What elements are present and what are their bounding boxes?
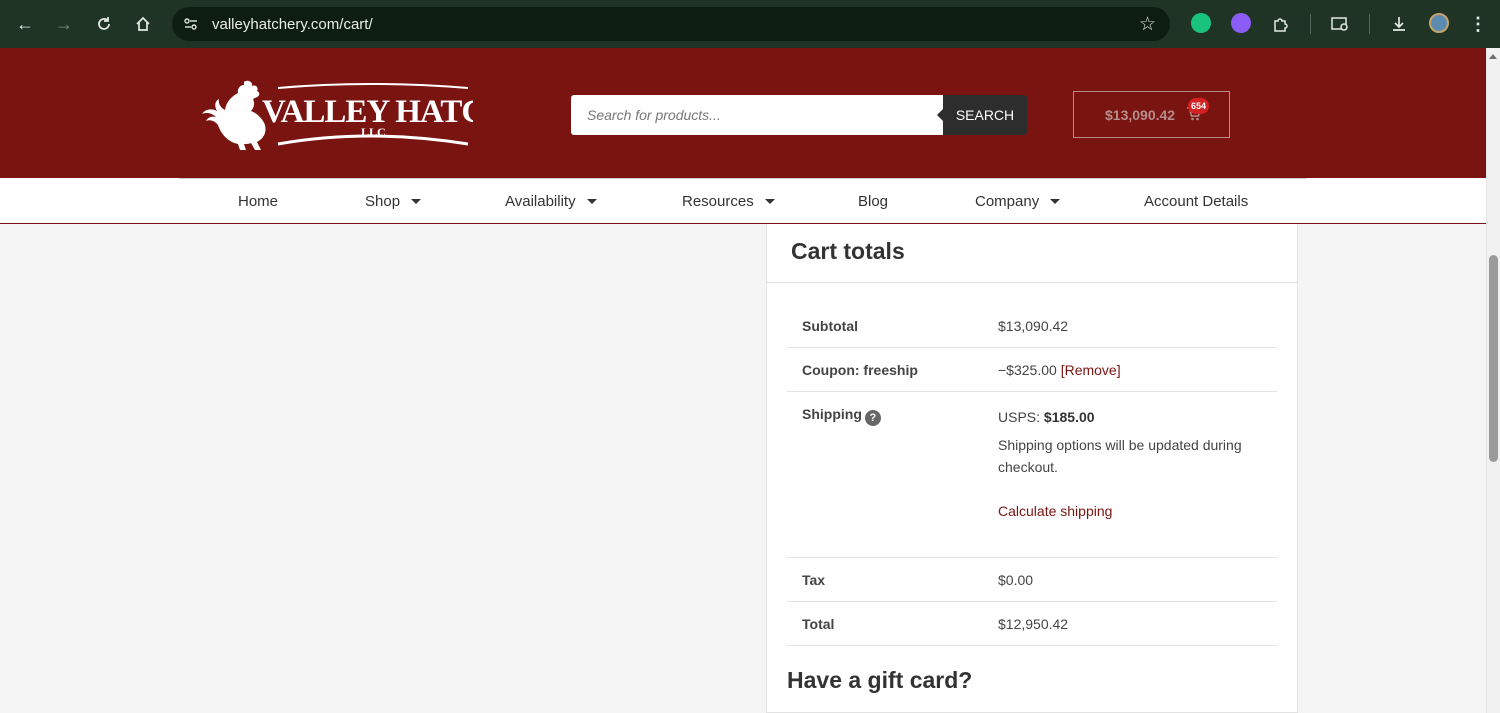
- profile-avatar-icon[interactable]: [1429, 13, 1449, 33]
- product-search: SEARCH: [571, 95, 1027, 135]
- site-header: VALLEY HATCHERY LLC SEARCH $13,090.42 65…: [0, 48, 1486, 178]
- nav-item-availability[interactable]: Availability: [505, 193, 597, 210]
- cart-amount: $13,090.42: [1105, 106, 1176, 123]
- shipping-label-group: Shipping?: [802, 406, 881, 426]
- shipping-price: $185.00: [1043, 409, 1095, 425]
- bookmark-star-icon[interactable]: ☆: [1139, 13, 1156, 36]
- shipping-method: USPS:: [998, 409, 1041, 425]
- back-icon[interactable]: ←: [13, 12, 37, 36]
- search-button[interactable]: SEARCH: [937, 95, 1027, 135]
- nav-label: Resources: [682, 193, 754, 210]
- toolbar-separator: [1310, 14, 1311, 34]
- browser-toolbar: ← → valleyhatchery.com/cart/ ☆ ⋮: [0, 0, 1500, 48]
- shipping-method-group: USPS: $185.00: [998, 409, 1095, 425]
- toolbar-separator: [1369, 14, 1370, 34]
- nav-label: Account Details: [1144, 193, 1249, 210]
- extension-green-icon[interactable]: [1191, 13, 1211, 33]
- cart-totals-title: Cart totals: [791, 238, 905, 264]
- forward-icon[interactable]: →: [52, 12, 76, 36]
- tax-row: Tax $0.00: [787, 558, 1277, 602]
- nav-item-resources[interactable]: Resources: [682, 193, 775, 210]
- remove-coupon-link[interactable]: [Remove]: [1061, 362, 1121, 378]
- caret-down-icon: [586, 199, 597, 204]
- main-navigation: Home Shop Availability Resources Blog Co…: [0, 178, 1486, 224]
- divider: [767, 282, 1297, 283]
- gift-card-title: Have a gift card?: [787, 667, 973, 693]
- subtotal-value: $13,090.42: [998, 318, 1069, 334]
- calculate-shipping-link[interactable]: Calculate shipping: [998, 503, 1112, 519]
- shipping-label: Shipping: [802, 406, 862, 422]
- reload-icon[interactable]: [92, 12, 116, 36]
- scroll-up-arrow-icon[interactable]: [1489, 54, 1497, 59]
- coupon-value-group: −$325.00 [Remove]: [998, 362, 1121, 378]
- total-row: Total $12,950.42: [787, 602, 1277, 646]
- nav-label: Blog: [858, 193, 889, 210]
- download-icon[interactable]: [1387, 12, 1411, 36]
- total-label: Total: [802, 616, 835, 632]
- search-input[interactable]: [571, 95, 943, 135]
- nav-label: Availability: [505, 193, 576, 210]
- tax-value: $0.00: [998, 572, 1034, 588]
- nav-label: Home: [238, 193, 279, 210]
- caret-down-icon: [1050, 199, 1061, 204]
- site-settings-icon[interactable]: [183, 16, 199, 37]
- coupon-discount: −$325.00: [998, 362, 1057, 378]
- extensions-puzzle-icon[interactable]: [1269, 12, 1293, 36]
- cart-totals-panel: Cart totals Subtotal $13,090.42 Coupon: …: [766, 224, 1298, 713]
- address-bar[interactable]: valleyhatchery.com/cart/ ☆: [172, 7, 1170, 41]
- subtotal-label: Subtotal: [802, 318, 858, 334]
- caret-down-icon: [411, 199, 422, 204]
- subtotal-row: Subtotal $13,090.42: [787, 304, 1277, 348]
- scrollbar-thumb[interactable]: [1489, 255, 1498, 462]
- home-icon[interactable]: [131, 12, 155, 36]
- nav-inner: Home Shop Availability Resources Blog Co…: [179, 178, 1307, 223]
- nav-item-account-details[interactable]: Account Details: [1144, 193, 1248, 210]
- nav-item-blog[interactable]: Blog: [858, 193, 888, 210]
- cart-count-badge: 654: [1188, 98, 1210, 114]
- valley-hatchery-logo[interactable]: VALLEY HATCHERY LLC: [198, 78, 473, 150]
- shipping-note: Shipping options will be updated during …: [998, 437, 1242, 475]
- coupon-row: Coupon: freeship −$325.00 [Remove]: [787, 348, 1277, 392]
- caret-down-icon: [764, 199, 775, 204]
- nav-item-company[interactable]: Company: [975, 193, 1061, 210]
- nav-label: Company: [975, 193, 1040, 210]
- coupon-label: Coupon: freeship: [802, 362, 918, 378]
- nav-label: Shop: [365, 193, 401, 210]
- extension-purple-icon[interactable]: [1231, 13, 1251, 33]
- menu-kebab-icon[interactable]: ⋮: [1466, 12, 1490, 36]
- nav-item-home[interactable]: Home: [238, 193, 278, 210]
- total-value: $12,950.42: [998, 616, 1069, 632]
- tax-label: Tax: [802, 572, 826, 588]
- url-text[interactable]: valleyhatchery.com/cart/: [212, 16, 373, 33]
- cast-icon[interactable]: [1328, 12, 1352, 36]
- shipping-row: Shipping? USPS: $185.00 Shipping options…: [787, 392, 1277, 558]
- help-question-icon[interactable]: ?: [864, 410, 881, 426]
- mini-cart-button[interactable]: $13,090.42 654: [1073, 91, 1230, 138]
- nav-item-shop[interactable]: Shop: [365, 193, 422, 210]
